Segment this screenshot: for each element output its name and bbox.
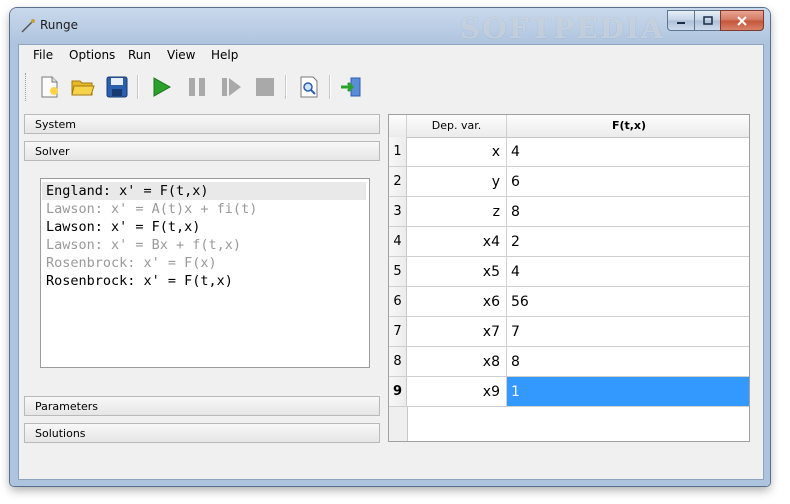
minimize-icon [677,21,685,24]
table-row[interactable]: 8 x8 8 [389,347,749,377]
parameters-header[interactable]: Parameters [24,396,380,416]
dep-var-cell[interactable]: x7 [407,317,507,347]
maximize-button[interactable] [694,10,720,31]
row-number[interactable]: 1 [389,137,407,167]
solver-item[interactable]: England: x' = F(t,x) [42,182,366,200]
app-icon [20,18,36,34]
preview-icon [300,76,318,98]
close-icon [737,15,747,26]
table-row[interactable]: 4 x4 2 [389,227,749,257]
toolbar-separator [329,75,331,99]
caption-buttons [667,10,764,31]
toolbar-separator [137,75,139,99]
exit-icon [341,77,361,97]
open-folder-icon [71,80,95,96]
dep-var-cell[interactable]: x9 [407,377,507,407]
dep-var-cell[interactable]: x5 [407,257,507,287]
stop-button[interactable] [251,73,279,101]
step-button[interactable] [217,73,245,101]
row-number[interactable]: 5 [389,257,407,287]
minimize-button[interactable] [667,10,694,31]
f-cell[interactable]: 8 [507,197,749,227]
row-number[interactable]: 4 [389,227,407,257]
watermark: SOFTPEDIA [460,12,665,45]
f-cell[interactable]: 4 [507,257,749,287]
solver-item[interactable]: Lawson: x' = A(t)x + fi(t) [46,200,257,218]
table-row[interactable]: 7 x7 7 [389,317,749,347]
window-title: Runge [40,18,79,32]
title-bar[interactable]: Runge SOFTPEDIA [10,8,770,45]
row-header-filler [389,407,408,441]
row-number[interactable]: 2 [389,167,407,197]
row-number[interactable]: 8 [389,347,407,377]
step-icon [222,78,241,96]
solutions-header[interactable]: Solutions [24,423,380,443]
dep-var-cell[interactable]: x6 [407,287,507,317]
new-file-icon [41,76,58,98]
table-row[interactable]: 6 x6 56 [389,287,749,317]
table-header: Dep. var. F(t,x) [389,115,749,138]
open-button[interactable] [69,73,97,101]
f-cell[interactable]: 56 [507,287,749,317]
f-cell[interactable]: 2 [507,227,749,257]
row-number[interactable]: 6 [389,287,407,317]
dep-var-cell[interactable]: y [407,167,507,197]
solver-header[interactable]: Solver [24,141,380,161]
table-row[interactable]: 2y6 [389,167,749,197]
row-number[interactable]: 9 [389,377,407,407]
dep-var-cell[interactable]: z [407,197,507,227]
row-number[interactable]: 7 [389,317,407,347]
table-row[interactable]: 3z8 [389,197,749,227]
variables-table: Dep. var. F(t,x) 1 x 4 2 y 6 3 z 8 4 x4 2 5 x5 4 6 x6 56 7… [388,114,750,442]
row-number[interactable]: 3 [389,197,407,227]
toolbar-separator [285,75,287,99]
table-row[interactable]: 1x4 [389,137,749,167]
stop-icon [256,78,274,96]
solver-list[interactable]: England: x' = F(t,x) Lawson: x' = A(t)x … [40,178,370,368]
dep-var-cell[interactable]: x [407,137,507,167]
run-button[interactable] [147,73,175,101]
table-corner[interactable] [389,115,407,137]
header-f[interactable]: F(t,x) [507,115,749,137]
new-file-button[interactable] [35,73,63,101]
f-cell[interactable]: 8 [507,347,749,377]
play-icon [153,77,172,97]
toolbar-grip[interactable] [25,73,29,101]
solver-item[interactable]: Lawson: x' = Bx + f(t,x) [46,236,241,254]
menu-options[interactable]: Options [69,48,115,62]
solver-item[interactable]: Rosenbrock: x' = F(x) [46,254,217,272]
pause-button[interactable] [183,73,211,101]
f-cell[interactable]: 7 [507,317,749,347]
menu-file[interactable]: File [33,48,53,62]
preview-button[interactable] [295,73,323,101]
f-cell[interactable]: 1 [507,377,749,407]
toolbar [19,67,763,107]
menu-bar: File Options Run View Help [19,45,763,65]
solver-item[interactable]: Lawson: x' = F(t,x) [46,218,200,236]
table-row[interactable]: 5 x5 4 [389,257,749,287]
maximize-icon [702,15,713,25]
solver-item[interactable]: Rosenbrock: x' = F(t,x) [46,272,233,290]
f-cell[interactable]: 4 [507,137,749,167]
menu-run[interactable]: Run [128,48,151,62]
f-cell[interactable]: 6 [507,167,749,197]
dep-var-cell[interactable]: x8 [407,347,507,377]
header-dep-var[interactable]: Dep. var. [407,115,507,137]
menu-view[interactable]: View [167,48,195,62]
exit-button[interactable] [337,73,365,101]
system-header[interactable]: System [24,114,380,134]
save-button[interactable] [103,73,131,101]
save-icon [106,76,128,98]
dep-var-cell[interactable]: x4 [407,227,507,257]
menu-help[interactable]: Help [211,48,238,62]
close-button[interactable] [720,10,764,31]
pause-icon [189,78,205,96]
table-row[interactable]: 9 x9 1 [389,377,749,407]
